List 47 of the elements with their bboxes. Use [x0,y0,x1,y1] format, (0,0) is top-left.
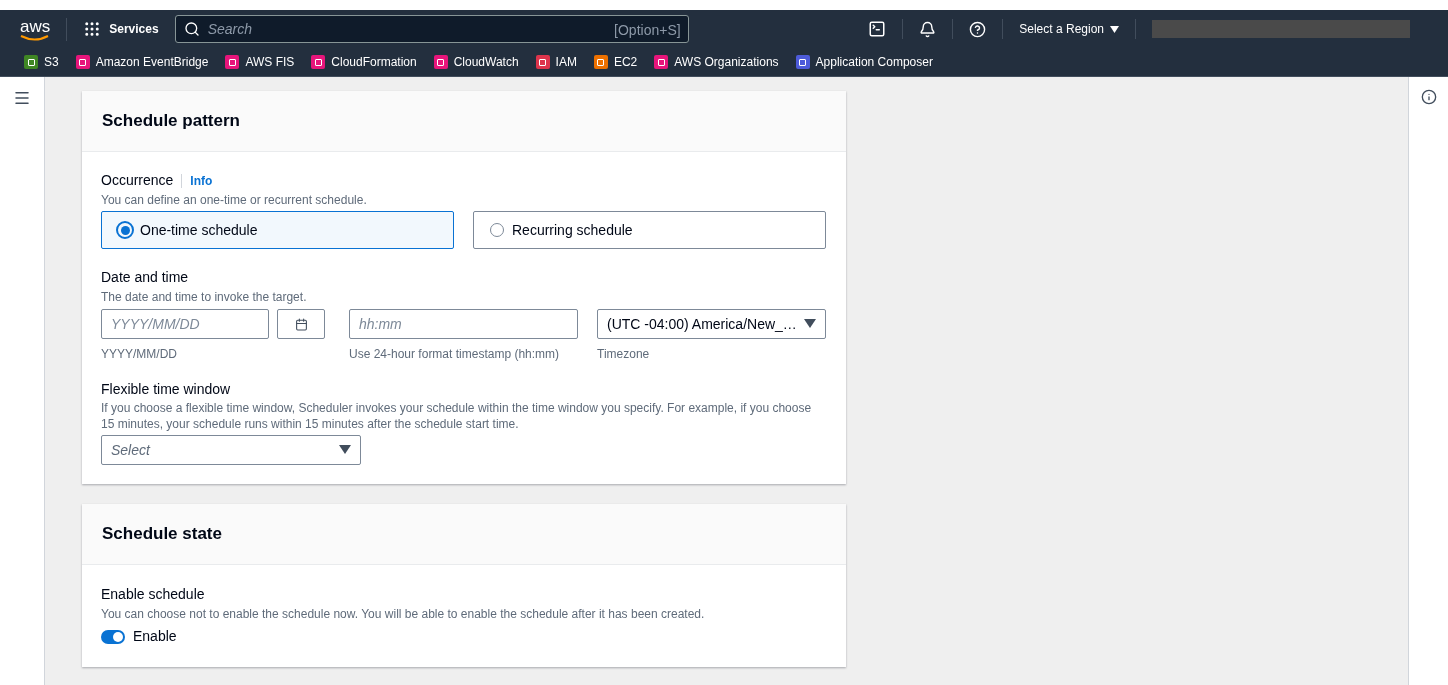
bell-icon[interactable] [919,20,937,38]
timezone-select[interactable]: (UTC -04:00) America/New_… [597,309,826,339]
favorite-link[interactable]: AWS Organizations [654,53,779,71]
field-hint: Use 24-hour format timestamp (hh:mm) [349,346,561,363]
field-hint: Timezone [597,346,651,363]
enable-toggle[interactable]: Enable [101,626,827,647]
favorite-link[interactable]: EC2 [593,53,638,71]
field-label: Flexible time window [101,380,232,399]
field-description: The date and time to invoke the target. [101,289,308,306]
field-label: Occurrence [101,171,174,190]
favorite-link[interactable]: AWS FIS [225,53,295,71]
caret-icon [804,319,816,329]
calendar-icon [294,317,308,331]
favorite-link[interactable]: CloudFormation [311,53,417,71]
services-button[interactable]: Services [67,20,175,38]
search-icon [183,21,200,37]
caret-icon [1110,25,1119,33]
field-label: Enable schedule [101,585,206,604]
field-description: You can define an one-time or recurrent schedule. [101,192,368,209]
favorite-link[interactable]: Application Composer [795,53,933,71]
radio-tile[interactable]: Recurring schedule [473,211,826,249]
time-window-select[interactable]: Select [101,435,361,465]
field-hint: YYYY/MM/DD [101,346,178,363]
logo[interactable]: aws [20,17,68,41]
favorite-link[interactable]: Amazon EventBridge [75,53,209,71]
menu-icon[interactable] [13,89,31,107]
caret-icon [339,445,351,455]
grid-icon [83,20,102,38]
field-label: Date and time [101,268,190,287]
terminal-icon[interactable] [868,20,887,38]
radio-tile[interactable]: One-time schedule [101,211,454,249]
calendar-button[interactable] [277,309,325,339]
help-icon[interactable] [969,20,987,38]
field-description: If you choose a flexible time window, Scheduler invokes your schedule within the time window you specify. For example, if you choose 15 minutes, your schedule runs within 15 minutes after the schedule start time. [101,400,813,432]
favorite-link[interactable]: S3 [24,53,59,71]
region-selector[interactable]: Select a Region [1003,20,1135,38]
radio-icon [116,221,134,239]
info-icon[interactable] [1420,89,1437,105]
shortcut-hint: [Option+S] [614,21,681,40]
info-link[interactable]: Info [190,171,213,190]
favorite-link[interactable]: IAM [535,53,577,71]
section-title: Schedule pattern [102,110,240,133]
field-description: You can choose not to enable the schedule now. You will be able to enable the schedule after it has been created. [101,606,706,623]
favorite-link[interactable]: CloudWatch [433,53,519,71]
date-field[interactable]: YYYY/MM/DD [101,309,269,339]
section-title: Schedule state [102,523,222,546]
time-field[interactable]: hh:mm [349,309,578,339]
